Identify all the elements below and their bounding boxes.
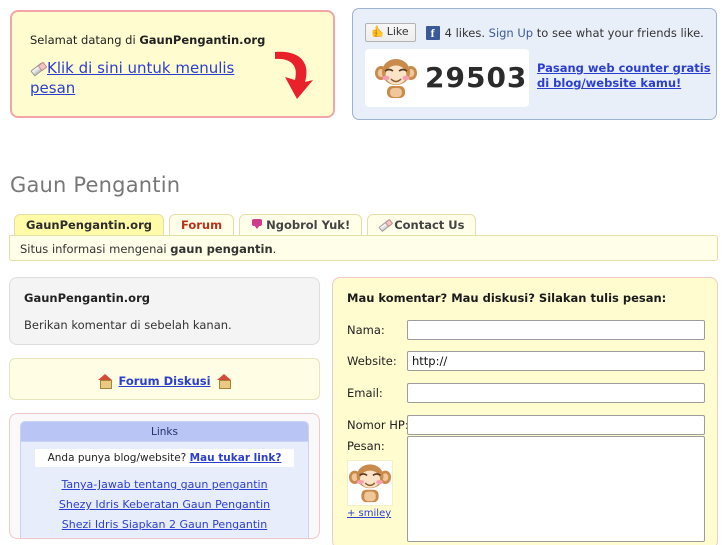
list-item[interactable]: Tanya-Jawab tentang gaun pengantin: [21, 475, 308, 495]
email-input[interactable]: [407, 383, 705, 403]
tab-ngobrol-yuk[interactable]: Ngobrol Yuk!: [239, 214, 363, 236]
thumbs-up-icon: 👍: [371, 25, 385, 38]
links-list: Tanya-Jawab tentang gaun pengantin Shezy…: [21, 475, 308, 535]
links-panel-header: Links: [21, 422, 308, 442]
welcome-greeting: Selamat datang di GaunPengantin.org: [30, 33, 265, 47]
welcome-box: Selamat datang di GaunPengantin.org Klik…: [10, 10, 335, 118]
monkey-smiley-icon[interactable]: [347, 460, 393, 506]
facebook-signup-link[interactable]: Sign Up: [489, 26, 533, 40]
counter-promo-link: Pasang web counter gratis di blog/websit…: [537, 61, 712, 91]
monkey-avatar-icon: [375, 59, 417, 98]
list-item[interactable]: Shezy Idris Keberatan Gaun Pengantin: [21, 495, 308, 515]
visitor-count: 29503: [425, 61, 528, 94]
pencil-icon: [30, 62, 44, 75]
tab-gaunpengantin[interactable]: GaunPengantin.org: [14, 214, 164, 236]
about-box-title: GaunPengantin.org: [24, 291, 150, 305]
forum-diskusi-link[interactable]: Forum Diskusi: [118, 374, 210, 388]
house-icon: [216, 374, 231, 389]
visitor-counter-card: 29503: [365, 49, 529, 107]
counter-promo-line2[interactable]: di blog/website kamu!: [537, 76, 681, 90]
tab-contact-us-label: Contact Us: [394, 218, 465, 232]
monkey-smiley-glyph: [348, 464, 392, 503]
page-root: Selamat datang di GaunPengantin.org Klik…: [0, 0, 727, 545]
field-row-website: Website:: [347, 351, 705, 372]
info-strip: Situs informasi mengenai gaun pengantin.: [9, 235, 718, 261]
about-box: GaunPengantin.org Berikan komentar di se…: [9, 277, 320, 345]
page-title: Gaun Pengantin: [10, 173, 181, 197]
comment-form-title: Mau komentar? Mau diskusi? Silakan tulis…: [347, 291, 667, 305]
about-box-text: Berikan komentar di sebelah kanan.: [24, 318, 232, 332]
write-message-link[interactable]: Klik di sini untuk menulis pesan: [30, 59, 234, 97]
tab-ngobrol-yuk-label: Ngobrol Yuk!: [266, 218, 351, 232]
comment-form: Mau komentar? Mau diskusi? Silakan tulis…: [332, 277, 718, 545]
chat-bubble-icon: [251, 219, 263, 230]
website-input[interactable]: [407, 351, 705, 371]
links-panel-inner: Links Anda punya blog/website? Mau tukar…: [20, 421, 309, 538]
field-row-email: Email:: [347, 383, 705, 404]
tab-forum[interactable]: Forum: [168, 214, 235, 236]
welcome-site-name: GaunPengantin.org: [139, 33, 266, 47]
links-panel: Links Anda punya blog/website? Mau tukar…: [9, 413, 320, 539]
house-icon: [98, 374, 113, 389]
field-row-nomor-hp: Nomor HP:: [347, 415, 705, 436]
welcome-greeting-prefix: Selamat datang di: [30, 33, 140, 47]
facebook-like-label: Like: [386, 25, 409, 38]
facebook-like-button[interactable]: 👍 Like: [365, 23, 416, 42]
email-label: Email:: [347, 386, 383, 400]
smiley-picker: + smiley: [347, 460, 395, 519]
facebook-likes-text: 4 likes. Sign Up to see what your friend…: [445, 26, 704, 40]
pesan-textarea[interactable]: [407, 436, 705, 542]
nomor-hp-label: Nomor HP:: [347, 418, 409, 432]
nama-input[interactable]: [407, 320, 705, 340]
red-curved-arrow-icon: [275, 51, 313, 99]
list-item[interactable]: Shezi Idris Siapkan 2 Gaun Pengantin: [21, 515, 308, 535]
tab-contact-us[interactable]: Contact Us: [367, 214, 477, 236]
info-strip-suffix: .: [272, 242, 277, 256]
tab-forum-label: Forum: [180, 218, 223, 232]
facebook-likes-count-text: 4 likes.: [444, 25, 489, 40]
forum-diskusi-box: Forum Diskusi: [9, 358, 320, 400]
website-label: Website:: [347, 354, 397, 368]
add-smiley-link[interactable]: + smiley: [347, 508, 391, 519]
tab-bar: GaunPengantin.org Forum Ngobrol Yuk! Contac…: [14, 214, 481, 236]
welcome-cta-wrap: Klik di sini untuk menulis pesan: [30, 58, 262, 98]
info-strip-keyword: gaun pengantin: [170, 242, 273, 256]
facebook-counter-panel: 👍 Like f 4 likes. Sign Up to see what your …: [352, 8, 717, 120]
info-strip-text: Situs informasi mengenai gaun pengantin.: [20, 242, 276, 256]
links-exchange-note: Anda punya blog/website? Mau tukar link?: [35, 449, 294, 467]
links-exchange-link[interactable]: Mau tukar link?: [190, 452, 282, 464]
nomor-hp-input[interactable]: [407, 415, 705, 435]
sidebar: GaunPengantin.org Berikan komentar di se…: [9, 277, 320, 539]
facebook-like-row: 👍 Like f 4 likes. Sign Up to see what your …: [365, 22, 704, 42]
pencil-icon: [379, 219, 391, 230]
facebook-likes-suffix: to see what your friends like.: [533, 25, 704, 40]
tab-gaunpengantin-label: GaunPengantin.org: [26, 218, 152, 232]
info-strip-prefix: Situs informasi mengenai: [20, 242, 171, 256]
field-row-nama: Nama:: [347, 320, 705, 341]
facebook-logo-icon: f: [425, 25, 440, 40]
pesan-label: Pesan:: [347, 439, 385, 453]
top-widgets-row: Selamat datang di GaunPengantin.org Klik…: [0, 0, 727, 132]
links-exchange-note-text: Anda punya blog/website?: [47, 452, 190, 464]
nama-label: Nama:: [347, 323, 385, 337]
counter-promo-line1[interactable]: Pasang web counter gratis: [537, 61, 711, 75]
